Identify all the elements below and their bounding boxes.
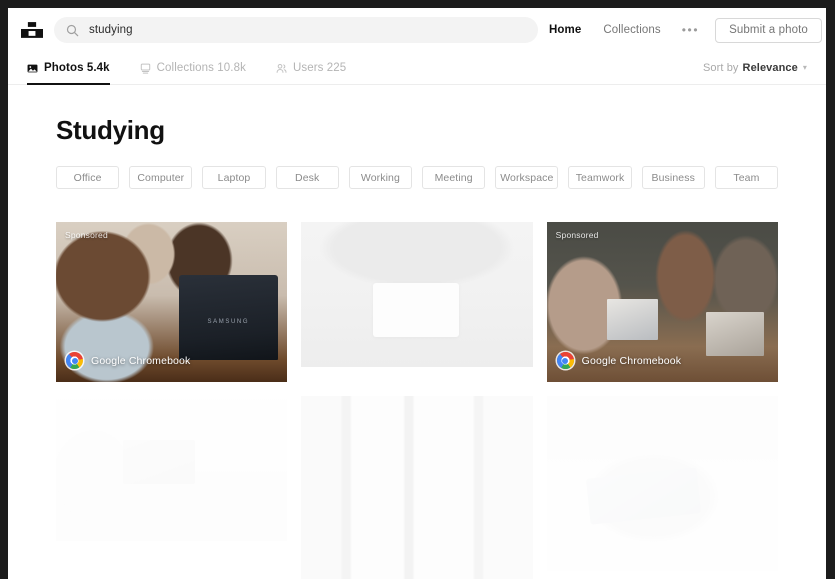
sort-by-value: Relevance bbox=[742, 62, 798, 74]
collections-icon bbox=[140, 63, 151, 74]
tag-chip-office[interactable]: Office bbox=[56, 166, 120, 189]
photo-card-5[interactable] bbox=[301, 396, 533, 579]
submit-photo-button[interactable]: Submit a photo bbox=[715, 17, 822, 43]
sponsor-brand-name: Google Chromebook bbox=[91, 354, 191, 367]
sponsored-label: Sponsored bbox=[65, 230, 108, 240]
related-tags: Office Computer Laptop Desk Working Meet… bbox=[56, 166, 779, 189]
photo-card-2[interactable] bbox=[301, 222, 533, 367]
photo-card-4[interactable] bbox=[56, 396, 288, 541]
loading-overlay bbox=[546, 396, 778, 571]
photo-thumbnail bbox=[546, 396, 778, 571]
loading-overlay bbox=[56, 396, 288, 541]
laptop-screen-shape bbox=[606, 298, 658, 341]
tag-chip-laptop[interactable]: Laptop bbox=[202, 166, 266, 189]
search-bar[interactable] bbox=[54, 17, 538, 43]
nav-link-home[interactable]: Home bbox=[538, 24, 592, 36]
laptop-lid-shape bbox=[373, 282, 459, 337]
tab-collections-label: Collections 10.8k bbox=[156, 62, 246, 74]
sort-by-prefix: Sort by bbox=[702, 62, 739, 74]
users-icon bbox=[276, 63, 287, 74]
loading-overlay bbox=[301, 396, 533, 579]
photo-card-6[interactable] bbox=[546, 396, 778, 571]
page-viewport: Home Collections ••• Submit a photo bbox=[8, 8, 826, 579]
sponsored-label: Sponsored bbox=[555, 230, 599, 240]
second-laptop-shape bbox=[706, 311, 765, 357]
page-title: Studying bbox=[56, 115, 165, 145]
photo-card-sponsored-3[interactable]: Sponsored Google Chromebook bbox=[546, 222, 778, 382]
unsplash-camera-logo-icon[interactable] bbox=[20, 18, 44, 42]
tab-photos[interactable]: Photos 5.4k bbox=[27, 52, 110, 85]
search-result-tabs: Photos 5.4k Collections 10.8k Users 225 … bbox=[8, 52, 826, 85]
header-nav: Home Collections ••• Submit a photo bbox=[538, 17, 826, 43]
tag-chip-computer[interactable]: Computer bbox=[129, 166, 193, 189]
tab-users-label: Users 225 bbox=[292, 62, 347, 74]
photo-thumbnail bbox=[301, 222, 533, 367]
google-chrome-logo-icon bbox=[556, 352, 574, 369]
sponsor-brand-name: Google Chromebook bbox=[581, 354, 682, 367]
search-results-content: Studying Office Computer Laptop Desk Wor… bbox=[8, 85, 826, 579]
sponsor-brand: Google Chromebook bbox=[556, 352, 682, 369]
laptop-shape bbox=[178, 274, 279, 360]
tag-chip-desk[interactable]: Desk bbox=[275, 166, 339, 189]
tag-chip-workspace[interactable]: Workspace bbox=[495, 166, 559, 189]
tab-photos-label: Photos 5.4k bbox=[44, 62, 110, 74]
photo-thumbnail bbox=[56, 396, 288, 541]
google-chrome-logo-icon bbox=[66, 352, 83, 369]
search-icon bbox=[66, 24, 79, 37]
nav-link-collections[interactable]: Collections bbox=[592, 24, 671, 36]
tab-users[interactable]: Users 225 bbox=[276, 52, 346, 84]
photo-grid: Sponsored Google Chromebook Sponsored bbox=[56, 222, 778, 579]
tag-chip-working[interactable]: Working bbox=[348, 166, 413, 189]
photo-icon bbox=[27, 63, 38, 74]
photo-card-sponsored-1[interactable]: Sponsored Google Chromebook bbox=[56, 222, 288, 382]
overflow-menu-icon[interactable]: ••• bbox=[672, 21, 709, 39]
tag-chip-team[interactable]: Team bbox=[714, 166, 779, 189]
tag-chip-meeting[interactable]: Meeting bbox=[422, 166, 486, 189]
sort-by-dropdown[interactable]: Sort by Relevance ▾ bbox=[703, 52, 807, 84]
tag-chip-business[interactable]: Business bbox=[641, 166, 705, 189]
search-input[interactable] bbox=[89, 24, 526, 36]
chevron-down-icon: ▾ bbox=[802, 63, 807, 72]
photo-thumbnail bbox=[301, 396, 533, 579]
sponsor-brand: Google Chromebook bbox=[66, 352, 190, 369]
site-header: Home Collections ••• Submit a photo bbox=[8, 8, 826, 52]
tab-collections[interactable]: Collections 10.8k bbox=[140, 52, 246, 84]
browser-frame: Home Collections ••• Submit a photo bbox=[0, 0, 835, 579]
tag-chip-teamwork[interactable]: Teamwork bbox=[568, 166, 632, 189]
